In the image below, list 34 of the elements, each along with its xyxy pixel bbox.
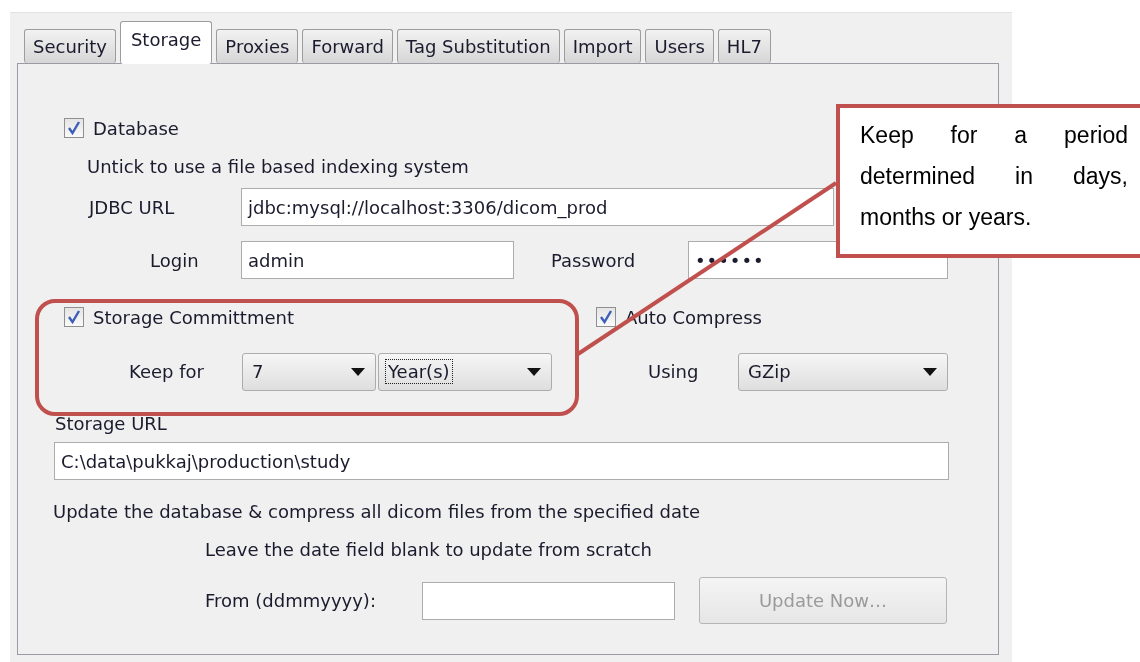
- field-label: Keep for: [129, 361, 205, 382]
- tab[interactable]: Users: [645, 29, 714, 63]
- tab[interactable]: Tag Substitution: [396, 29, 560, 63]
- tab[interactable]: Forward: [302, 29, 393, 63]
- tab[interactable]: Security: [24, 29, 116, 63]
- dropdown[interactable]: GZip: [738, 352, 948, 391]
- hint-text: Untick to use a file based indexing system: [87, 155, 469, 177]
- field-label: Login: [150, 249, 200, 271]
- field-label: JDBC URL: [89, 196, 176, 218]
- field-label: Password: [551, 249, 637, 271]
- text-field[interactable]: admin: [241, 241, 514, 279]
- text-field[interactable]: jdbc:mysql://localhost:3306/dicom_prod: [241, 188, 834, 226]
- caret-icon: [923, 367, 937, 376]
- field-label: Storage URL: [55, 412, 167, 434]
- checkbox[interactable]: [64, 118, 84, 138]
- checkbox-label: Database: [93, 117, 179, 139]
- tab[interactable]: HL7: [717, 29, 771, 63]
- checkbox[interactable]: [596, 307, 616, 327]
- checkbox-label: Storage Committment: [93, 306, 294, 328]
- dropdown[interactable]: Year(s): [378, 352, 552, 391]
- field-label: From (ddmmyyyy):: [205, 590, 377, 611]
- tab[interactable]: Import: [563, 29, 642, 63]
- description-text: Update the database & compress all dicom files from the specified date: [53, 500, 701, 522]
- dropdown[interactable]: 7: [242, 352, 376, 391]
- caret-icon: [527, 367, 541, 376]
- hint-text: Leave the date field blank to update from scratch: [205, 538, 653, 560]
- callout-text: Keep for a period determined in days, months or years.: [860, 121, 1128, 232]
- date-field[interactable]: [422, 581, 675, 620]
- checkbox[interactable]: [64, 307, 84, 327]
- text-field[interactable]: C:\data\pukkaj\production\study: [54, 442, 949, 480]
- tab[interactable]: Storage: [119, 21, 213, 64]
- caret-icon: [351, 367, 365, 376]
- tab[interactable]: Proxies: [216, 29, 299, 63]
- field-label: Using: [648, 361, 700, 382]
